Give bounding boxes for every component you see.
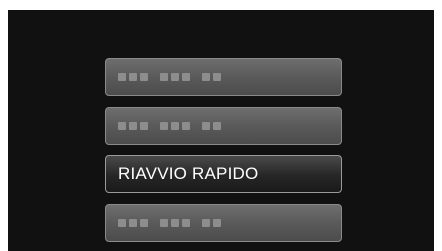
redacted-text [118,73,221,81]
redacted-text [118,219,221,227]
menu-item-1[interactable] [105,58,342,96]
menu-item-2[interactable] [105,107,342,145]
menu-item-quick-restart[interactable]: RIAVVIO RAPIDO [105,155,342,193]
camera-menu-screen: RIAVVIO RAPIDO [8,10,434,251]
menu-item-label: RIAVVIO RAPIDO [118,164,259,183]
redacted-text [118,122,221,130]
menu-item-4[interactable] [105,204,342,242]
